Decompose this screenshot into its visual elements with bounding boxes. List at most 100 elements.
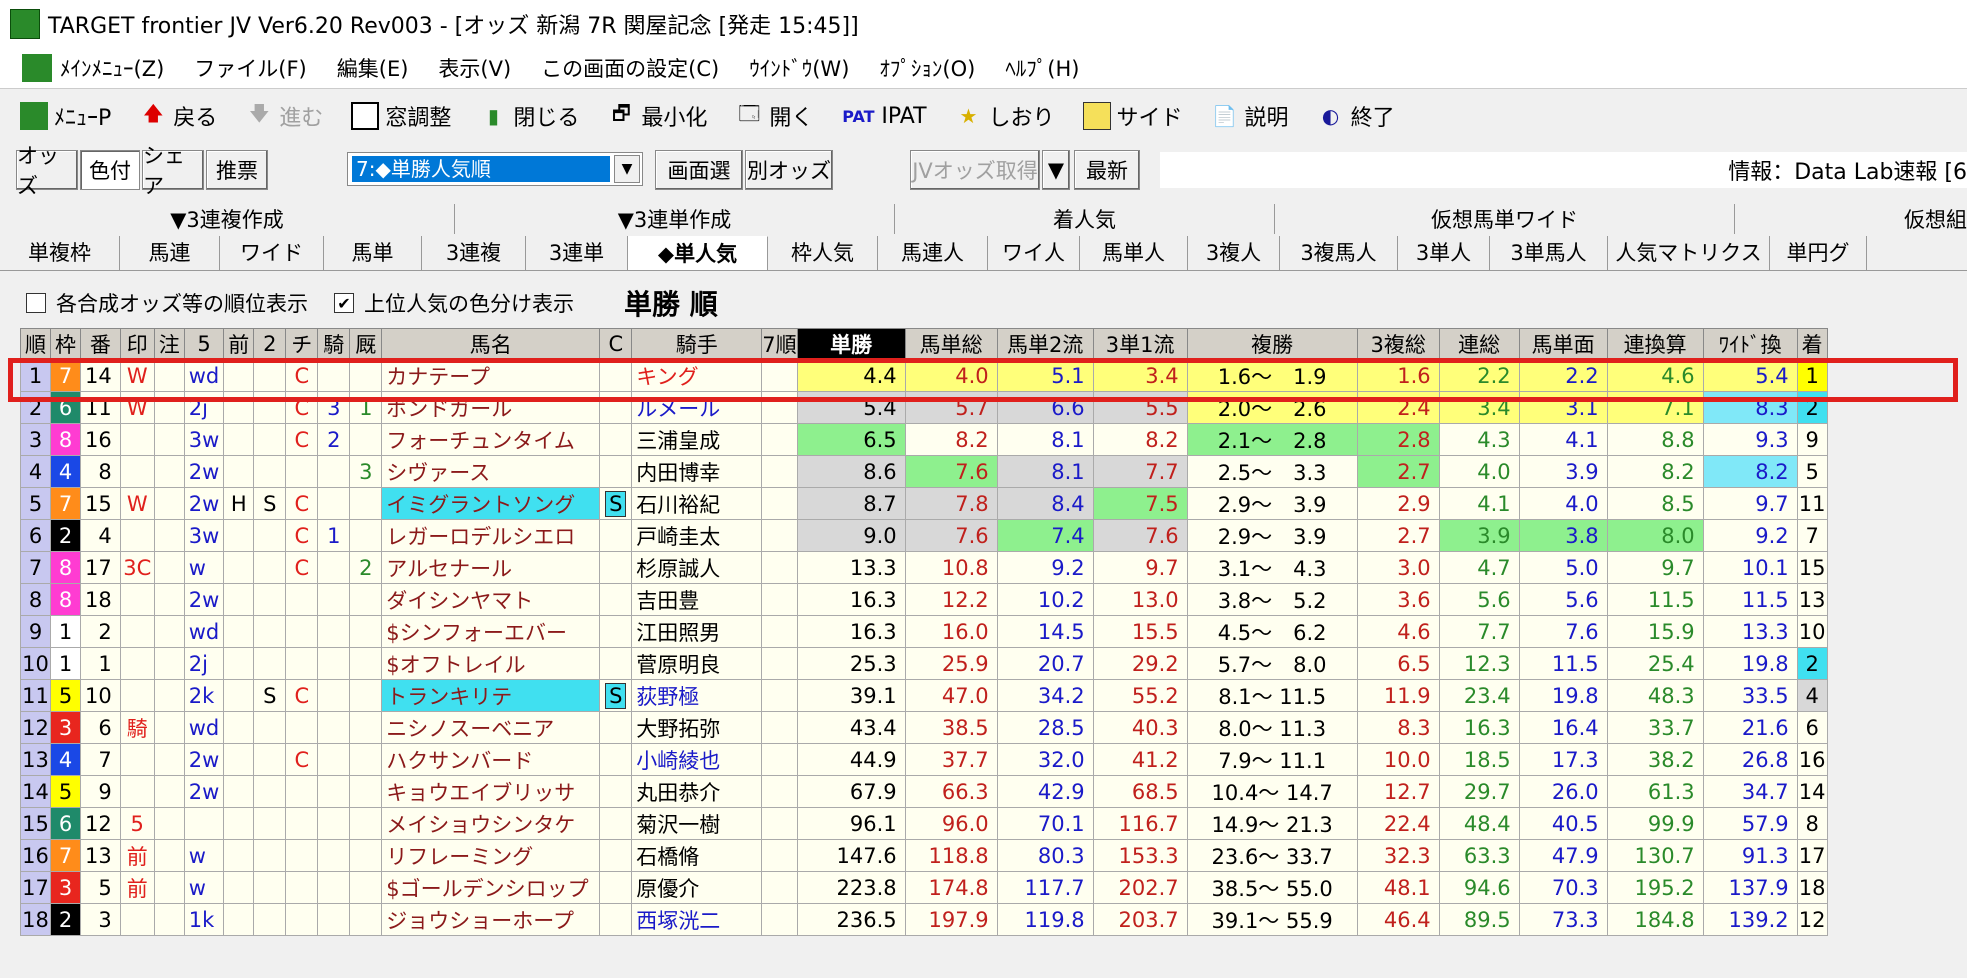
tab-virtual-exacta-wide[interactable]: 仮想馬単ワイド — [1275, 204, 1735, 234]
tab-trifecta-horse-popularity[interactable]: 3単馬人 — [1490, 236, 1608, 270]
table-row[interactable]: 7 8 17 3C w C 2 アルセナール 杉原誠人 13.3 10.8 9.2 9.7 3.1～ 4.… — [20, 551, 1828, 584]
minimize-button[interactable]: 🗗 最小化 — [607, 100, 707, 132]
tab-trio-create[interactable]: ▼3連複作成 — [0, 204, 455, 234]
menu-file[interactable]: ファイル(F) — [194, 53, 306, 83]
tab-trifecta[interactable]: 3連単 — [526, 236, 628, 270]
column-header[interactable]: 馬単2流 — [996, 328, 1094, 360]
menu-options[interactable]: ｵﾌﾟｼｮﾝ(O) — [879, 53, 975, 83]
tab-exacta-popularity[interactable]: 馬単人 — [1080, 236, 1188, 270]
table-row[interactable]: 14 5 9 2w キョウエイブリッサ 丸田恭介 67.9 66.3 42.9 68.5 10.4～… — [20, 775, 1828, 808]
recommend-button[interactable]: 推票 — [206, 150, 268, 190]
tab-trio-horse-popularity[interactable]: 3複馬人 — [1280, 236, 1398, 270]
table-row[interactable]: 9 1 2 wd $シンフォーエバー 江田照男 16.3 16.0 14.5 15.5 4.5～ 6… — [20, 615, 1828, 648]
table-row[interactable]: 5 7 15 W 2w H S C イミグラントソング S 石川裕紀 8.7 7.8 8.4 7.5 2.9～… — [20, 487, 1828, 520]
column-header[interactable]: チ — [285, 328, 319, 360]
back-button[interactable]: 🡅 戻る — [139, 100, 217, 132]
column-header[interactable]: 騎 — [317, 328, 351, 360]
rank-display-checkbox[interactable] — [26, 293, 46, 313]
table-row[interactable]: 16 7 13 前 w リフレーミング 石橋脩 147.6 118.8 80.3 153.3 23.6… — [20, 839, 1828, 872]
column-header[interactable]: 枠 — [50, 328, 81, 360]
table-row[interactable]: 15 6 12 5 メイショウシンタケ 菊沢一樹 96.1 96.0 70.1 116.7 14.9… — [20, 807, 1828, 840]
column-header[interactable]: 複勝 — [1186, 328, 1358, 360]
help-button[interactable]: 📄 説明 — [1211, 100, 1288, 132]
chevron-down-icon[interactable]: ▼ — [614, 155, 640, 183]
tab-win-place[interactable]: 単複枠 — [0, 236, 120, 270]
color-popular-checkbox[interactable]: ✔ — [334, 293, 354, 313]
exit-button[interactable]: ◐ 終了 — [1317, 100, 1395, 132]
table-row[interactable]: 18 2 3 1k ジョウショーホープ 西塚洸二 236.5 197.9 119.8 203.7 3… — [20, 903, 1828, 936]
menu-view[interactable]: 表示(V) — [438, 53, 511, 83]
bookmark-button[interactable]: ★ しおり — [955, 100, 1055, 132]
open-button[interactable]: 🗔 開く — [735, 100, 814, 132]
table-row[interactable]: 11 5 10 2k S C トランキリテ S 荻野極 39.1 47.0 34.2 55.2 8.1～ … — [20, 679, 1828, 712]
tab-win-yen-graph[interactable]: 単円グ — [1770, 236, 1867, 270]
share-button[interactable]: シェア — [142, 144, 204, 198]
column-header[interactable]: 前 — [223, 328, 255, 360]
tab-wide[interactable]: ワイド — [220, 236, 324, 270]
tab-trifecta-create[interactable]: ▼3連単作成 — [455, 204, 895, 234]
tab-quinella-popularity[interactable]: 馬連人 — [878, 236, 988, 270]
table-row[interactable]: 10 1 1 2j $オフトレイル 菅原明良 25.3 25.9 20.7 29.2 5.7～ 8.… — [20, 647, 1828, 680]
tab-popularity-matrix[interactable]: 人気マトリクス — [1608, 236, 1770, 270]
close-button[interactable]: ▮ 閉じる — [479, 100, 580, 132]
column-header[interactable]: 連総 — [1438, 328, 1520, 360]
column-header[interactable]: 番 — [80, 328, 121, 360]
column-header[interactable]: 7順 — [761, 328, 798, 360]
menu-edit[interactable]: 編集(E) — [337, 53, 409, 83]
table-row[interactable]: 6 2 4 3w C 1 レガーロデルシエロ 戸崎圭太 9.0 7.6 7.4 7.6 2.9～ 3.9… — [20, 519, 1828, 552]
column-header[interactable]: 3複総 — [1356, 328, 1440, 360]
tab-wide-popularity[interactable]: ワイ人 — [988, 236, 1080, 270]
tab-quinella[interactable]: 馬連 — [120, 236, 220, 270]
window-adjust-button[interactable]: 窓調整 — [351, 100, 451, 132]
menu-window[interactable]: ｳｲﾝﾄﾞｳ(W) — [749, 53, 849, 83]
column-header[interactable]: 厩 — [349, 328, 383, 360]
table-row[interactable]: 8 8 18 2w ダイシンヤマト 吉田豊 16.3 12.2 10.2 13.0 3.8～ 5.2… — [20, 583, 1828, 616]
column-header[interactable]: 注 — [153, 328, 185, 360]
tab-frame-popularity[interactable]: 枠人気 — [768, 236, 878, 270]
column-header[interactable]: 2 — [253, 328, 287, 360]
column-header[interactable]: 3単1流 — [1092, 328, 1188, 360]
table-row[interactable]: 4 4 8 2w 3 シヴァース 内田博幸 8.6 7.6 8.1 7.7 2.5～ 3.3 2.7 4.… — [20, 455, 1828, 488]
table-row[interactable]: 2 6 11 W 2j C 3 1 ボンドガール ルメール 5.4 5.7 6.6 5.5 2.0～ 2.6… — [20, 391, 1828, 424]
table-row[interactable]: 17 3 5 前 w $ゴールデンシロップ 原優介 223.8 174.8 117.7 202.7 3… — [20, 871, 1828, 904]
table-row[interactable]: 1 7 14 Wwd C カナテープ キング 4.4 4.0 5.1 3.4 1.6～ 1.9 1.6 2… — [20, 359, 1828, 392]
table-row[interactable]: 3 8 16 3w C 2 フォーチュンタイム 三浦皇成 6.5 8.2 8.1 8.2 2.1～ 2.… — [20, 423, 1828, 456]
column-header[interactable]: C — [599, 328, 633, 360]
table-row[interactable]: 13 4 7 2w C ハクサンバード 小崎綾也 44.9 37.7 32.0 41.2 7.9～ 1… — [20, 743, 1828, 776]
tab-trifecta-popularity[interactable]: 3単人 — [1398, 236, 1490, 270]
forward-button[interactable]: 🡇 進む — [245, 100, 323, 132]
screen-select-button[interactable]: 画面選 — [655, 150, 743, 190]
column-header[interactable]: 印 — [119, 328, 155, 360]
jv-fetch-dropdown[interactable]: ▼ — [1042, 150, 1070, 190]
column-header[interactable]: 連換算 — [1606, 328, 1704, 360]
menu-main[interactable]: ﾒｲﾝﾒﾆｭｰ(Z) — [60, 53, 164, 83]
column-header[interactable]: ﾜｲﾄﾞ換 — [1702, 328, 1798, 360]
jv-fetch-button[interactable]: JVオッズ取得 — [910, 150, 1040, 190]
menu-p-button[interactable]: ﾒﾆｭｰP — [20, 100, 111, 132]
column-header[interactable]: 馬名 — [381, 328, 601, 360]
menu-help[interactable]: ﾍﾙﾌﾟ(H) — [1005, 53, 1079, 83]
column-header[interactable]: 騎手 — [631, 328, 763, 360]
table-row[interactable]: 12 3 6 騎 wd ニシノスーベニア 大野拓弥 43.4 38.5 28.5 40.3 8.0～ … — [20, 711, 1828, 744]
sort-select[interactable]: 7:◆単勝人気順 ▼ — [347, 152, 643, 186]
column-header[interactable]: 5 — [183, 328, 225, 360]
column-header[interactable]: 馬単面 — [1518, 328, 1608, 360]
tab-virtual-combo[interactable]: 仮想組 — [1735, 204, 1967, 234]
side-button[interactable]: サイド — [1082, 100, 1183, 132]
other-odds-button[interactable]: 別オッズ — [745, 150, 833, 190]
menu-screen-settings[interactable]: この画面の設定(C) — [541, 53, 719, 83]
main-menu-icon[interactable] — [22, 54, 52, 82]
column-header[interactable]: 順 — [20, 328, 51, 360]
column-header[interactable]: 着 — [1796, 328, 1828, 360]
tab-win-popularity[interactable]: ◆単人気 — [628, 236, 768, 270]
tab-exacta[interactable]: 馬単 — [324, 236, 422, 270]
odds-button[interactable]: オッズ — [16, 144, 78, 198]
ipat-button[interactable]: PAT IPAT — [841, 102, 926, 130]
column-header[interactable]: 馬単総 — [904, 328, 998, 360]
color-button[interactable]: 色付 — [80, 150, 140, 190]
refresh-button[interactable]: 最新 — [1074, 150, 1140, 190]
tab-finish-popularity[interactable]: 着人気 — [895, 204, 1275, 234]
tab-trio[interactable]: 3連複 — [422, 236, 526, 270]
column-header[interactable]: 単勝 — [796, 328, 906, 360]
tab-trio-popularity[interactable]: 3複人 — [1188, 236, 1280, 270]
